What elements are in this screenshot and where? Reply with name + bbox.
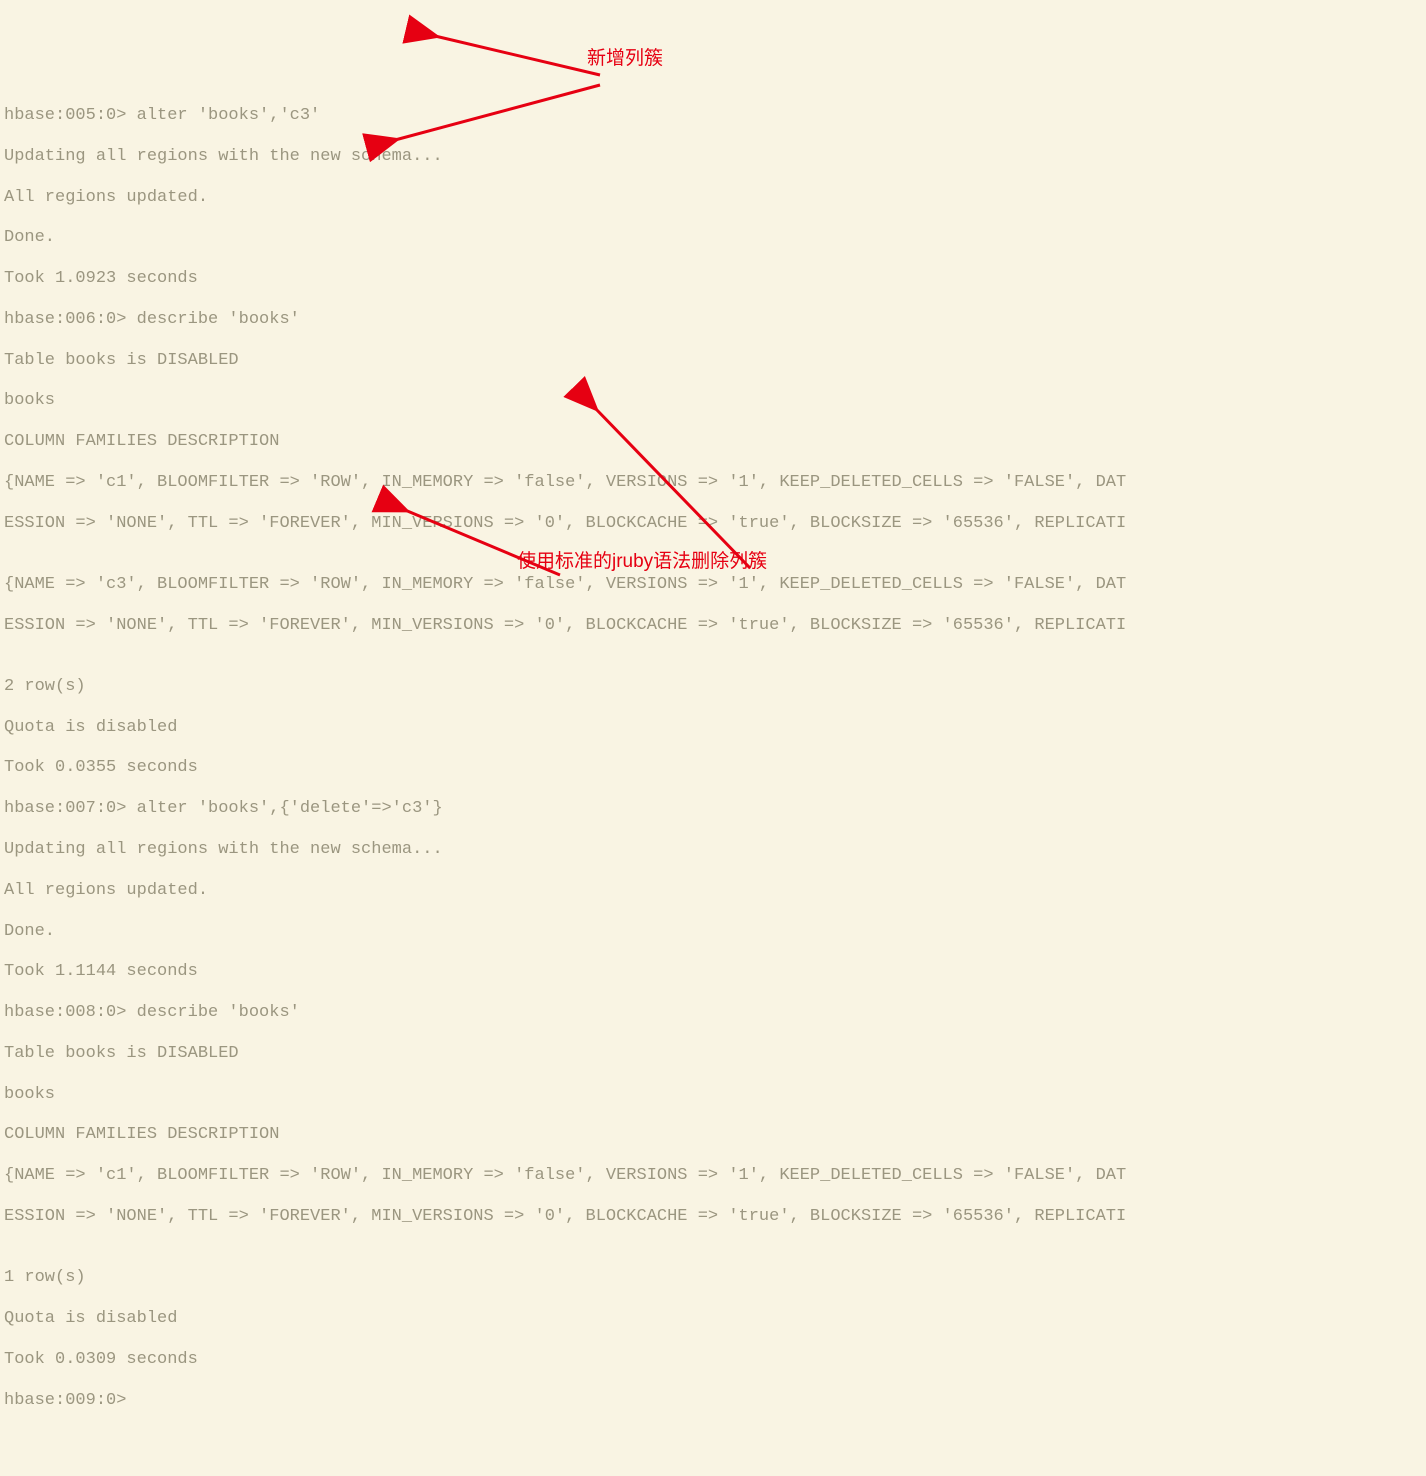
terminal-output[interactable]: hbase:005:0> alter 'books','c3' Updating… (4, 86, 1422, 1432)
terminal-line: books (4, 1085, 1422, 1105)
terminal-line: {NAME => 'c1', BLOOMFILTER => 'ROW', IN_… (4, 1166, 1422, 1186)
terminal-line: All regions updated. (4, 881, 1422, 901)
terminal-line: hbase:007:0> alter 'books',{'delete'=>'c… (4, 799, 1422, 819)
terminal-line: 1 row(s) (4, 1268, 1422, 1288)
terminal-line: Updating all regions with the new schema… (4, 840, 1422, 860)
terminal-line: Done. (4, 228, 1422, 248)
annotation-delete-column-family: 使用标准的jruby语法删除列簇 (517, 551, 767, 574)
terminal-line: Took 1.0923 seconds (4, 269, 1422, 289)
terminal-line: Quota is disabled (4, 718, 1422, 738)
terminal-line: Took 1.1144 seconds (4, 962, 1422, 982)
terminal-line: ESSION => 'NONE', TTL => 'FOREVER', MIN_… (4, 616, 1422, 636)
terminal-line: COLUMN FAMILIES DESCRIPTION (4, 1125, 1422, 1145)
terminal-line: All regions updated. (4, 188, 1422, 208)
terminal-line: hbase:008:0> describe 'books' (4, 1003, 1422, 1023)
terminal-line: Done. (4, 922, 1422, 942)
annotation-add-column-family: 新增列簇 (587, 48, 663, 71)
terminal-line: hbase:005:0> alter 'books','c3' (4, 106, 1422, 126)
terminal-line: Took 0.0309 seconds (4, 1350, 1422, 1370)
arrow-icon (360, 60, 610, 158)
terminal-line: hbase:006:0> describe 'books' (4, 310, 1422, 330)
terminal-line: hbase:009:0> (4, 1391, 1422, 1411)
terminal-line: ESSION => 'NONE', TTL => 'FOREVER', MIN_… (4, 1207, 1422, 1227)
terminal-line: 2 row(s) (4, 677, 1422, 697)
terminal-line: Took 0.0355 seconds (4, 758, 1422, 778)
terminal-line: Table books is DISABLED (4, 351, 1422, 371)
terminal-line: Quota is disabled (4, 1309, 1422, 1329)
terminal-line: Table books is DISABLED (4, 1044, 1422, 1064)
terminal-line: Updating all regions with the new schema… (4, 147, 1422, 167)
